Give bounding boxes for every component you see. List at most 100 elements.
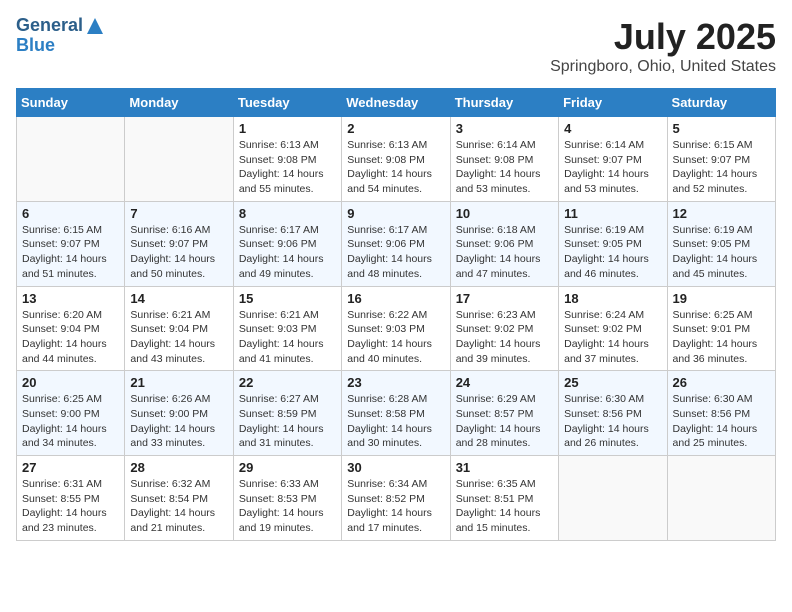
day-number: 5 xyxy=(673,121,770,136)
day-number: 11 xyxy=(564,206,661,221)
day-info: Sunrise: 6:16 AMSunset: 9:07 PMDaylight:… xyxy=(130,223,227,282)
weekday-header-monday: Monday xyxy=(125,89,233,117)
calendar-cell: 30 Sunrise: 6:34 AMSunset: 8:52 PMDayligh… xyxy=(342,456,450,541)
calendar-cell: 16Sunrise: 6:22 AMSunset: 9:03 PMDayligh… xyxy=(342,286,450,371)
day-info: Sunrise: 6:14 AMSunset: 9:08 PMDaylight:… xyxy=(456,138,553,197)
calendar-cell: 6 Sunrise: 6:15 AMSunset: 9:07 PMDaylight… xyxy=(17,201,125,286)
calendar-cell: 31 Sunrise: 6:35 AMSunset: 8:51 PMDayligh… xyxy=(450,456,558,541)
day-number: 17 xyxy=(456,291,553,306)
day-info: Sunrise: 6:33 AMSunset: 8:53 PMDaylight:… xyxy=(239,477,336,536)
day-info: Sunrise: 6:30 AMSunset: 8:56 PMDaylight:… xyxy=(673,392,770,451)
day-info: Sunrise: 6:14 AMSunset: 9:07 PMDaylight:… xyxy=(564,138,661,197)
day-info: Sunrise: 6:21 AMSunset: 9:04 PMDaylight:… xyxy=(130,308,227,367)
day-number: 30 xyxy=(347,460,444,475)
calendar-cell: 2 Sunrise: 6:13 AMSunset: 9:08 PMDaylight… xyxy=(342,117,450,202)
day-number: 28 xyxy=(130,460,227,475)
calendar-week-row: 27 Sunrise: 6:31 AMSunset: 8:55 PMDayligh… xyxy=(17,456,776,541)
calendar-cell: 11 Sunrise: 6:19 AMSunset: 9:05 PMDayligh… xyxy=(559,201,667,286)
day-info: Sunrise: 6:19 AMSunset: 9:05 PMDaylight:… xyxy=(564,223,661,282)
calendar-cell: 4 Sunrise: 6:14 AMSunset: 9:07 PMDaylight… xyxy=(559,117,667,202)
day-info: Sunrise: 6:15 AMSunset: 9:07 PMDaylight:… xyxy=(22,223,119,282)
day-info: Sunrise: 6:15 AMSunset: 9:07 PMDaylight:… xyxy=(673,138,770,197)
day-number: 3 xyxy=(456,121,553,136)
day-info: Sunrise: 6:25 AMSunset: 9:01 PMDaylight:… xyxy=(673,308,770,367)
calendar-table: SundayMondayTuesdayWednesdayThursdayFrid… xyxy=(16,88,776,541)
page-header: General Blue July 2025 Springboro, Ohio,… xyxy=(16,16,776,76)
logo-text-general: General xyxy=(16,16,83,36)
calendar-cell: 19 Sunrise: 6:25 AMSunset: 9:01 PMDayligh… xyxy=(667,286,775,371)
day-number: 14 xyxy=(130,291,227,306)
day-number: 13 xyxy=(22,291,119,306)
weekday-header-thursday: Thursday xyxy=(450,89,558,117)
calendar-cell: 27 Sunrise: 6:31 AMSunset: 8:55 PMDayligh… xyxy=(17,456,125,541)
calendar-cell: 8Sunrise: 6:17 AMSunset: 9:06 PMDaylight… xyxy=(233,201,341,286)
day-number: 20 xyxy=(22,375,119,390)
day-number: 6 xyxy=(22,206,119,221)
calendar-week-row: 6 Sunrise: 6:15 AMSunset: 9:07 PMDaylight… xyxy=(17,201,776,286)
calendar-cell: 9 Sunrise: 6:17 AMSunset: 9:06 PMDaylight… xyxy=(342,201,450,286)
day-info: Sunrise: 6:13 AMSunset: 9:08 PMDaylight:… xyxy=(347,138,444,197)
day-info: Sunrise: 6:29 AMSunset: 8:57 PMDaylight:… xyxy=(456,392,553,451)
calendar-cell: 17 Sunrise: 6:23 AMSunset: 9:02 PMDayligh… xyxy=(450,286,558,371)
calendar-cell: 25 Sunrise: 6:30 AMSunset: 8:56 PMDayligh… xyxy=(559,371,667,456)
calendar-cell: 3 Sunrise: 6:14 AMSunset: 9:08 PMDaylight… xyxy=(450,117,558,202)
day-number: 24 xyxy=(456,375,553,390)
calendar-cell: 14 Sunrise: 6:21 AMSunset: 9:04 PMDayligh… xyxy=(125,286,233,371)
day-number: 15 xyxy=(239,291,336,306)
weekday-header-friday: Friday xyxy=(559,89,667,117)
day-info: Sunrise: 6:23 AMSunset: 9:02 PMDaylight:… xyxy=(456,308,553,367)
day-number: 27 xyxy=(22,460,119,475)
calendar-week-row: 1Sunrise: 6:13 AMSunset: 9:08 PMDaylight… xyxy=(17,117,776,202)
day-info: Sunrise: 6:20 AMSunset: 9:04 PMDaylight:… xyxy=(22,308,119,367)
day-number: 10 xyxy=(456,206,553,221)
day-number: 9 xyxy=(347,206,444,221)
day-number: 21 xyxy=(130,375,227,390)
logo-triangle-icon xyxy=(87,18,103,34)
logo: General Blue xyxy=(16,16,103,56)
calendar-week-row: 20 Sunrise: 6:25 AMSunset: 9:00 PMDayligh… xyxy=(17,371,776,456)
day-info: Sunrise: 6:26 AMSunset: 9:00 PMDaylight:… xyxy=(130,392,227,451)
day-info: Sunrise: 6:27 AMSunset: 8:59 PMDaylight:… xyxy=(239,392,336,451)
logo-text-blue: Blue xyxy=(16,36,55,56)
day-info: Sunrise: 6:13 AMSunset: 9:08 PMDaylight:… xyxy=(239,138,336,197)
day-info: Sunrise: 6:32 AMSunset: 8:54 PMDaylight:… xyxy=(130,477,227,536)
calendar-week-row: 13 Sunrise: 6:20 AMSunset: 9:04 PMDayligh… xyxy=(17,286,776,371)
day-info: Sunrise: 6:34 AMSunset: 8:52 PMDaylight:… xyxy=(347,477,444,536)
calendar-cell: 24 Sunrise: 6:29 AMSunset: 8:57 PMDayligh… xyxy=(450,371,558,456)
calendar-cell xyxy=(125,117,233,202)
day-info: Sunrise: 6:17 AMSunset: 9:06 PMDaylight:… xyxy=(347,223,444,282)
calendar-cell: 7 Sunrise: 6:16 AMSunset: 9:07 PMDaylight… xyxy=(125,201,233,286)
calendar-cell: 28 Sunrise: 6:32 AMSunset: 8:54 PMDayligh… xyxy=(125,456,233,541)
weekday-header-tuesday: Tuesday xyxy=(233,89,341,117)
day-info: Sunrise: 6:25 AMSunset: 9:00 PMDaylight:… xyxy=(22,392,119,451)
calendar-cell: 1Sunrise: 6:13 AMSunset: 9:08 PMDaylight… xyxy=(233,117,341,202)
day-info: Sunrise: 6:18 AMSunset: 9:06 PMDaylight:… xyxy=(456,223,553,282)
day-number: 7 xyxy=(130,206,227,221)
day-info: Sunrise: 6:24 AMSunset: 9:02 PMDaylight:… xyxy=(564,308,661,367)
title-block: July 2025 Springboro, Ohio, United State… xyxy=(550,16,776,76)
day-number: 25 xyxy=(564,375,661,390)
day-number: 12 xyxy=(673,206,770,221)
day-info: Sunrise: 6:21 AMSunset: 9:03 PMDaylight:… xyxy=(239,308,336,367)
calendar-title: July 2025 xyxy=(550,16,776,58)
day-info: Sunrise: 6:30 AMSunset: 8:56 PMDaylight:… xyxy=(564,392,661,451)
day-number: 31 xyxy=(456,460,553,475)
day-number: 26 xyxy=(673,375,770,390)
calendar-cell: 21 Sunrise: 6:26 AMSunset: 9:00 PMDayligh… xyxy=(125,371,233,456)
day-info: Sunrise: 6:35 AMSunset: 8:51 PMDaylight:… xyxy=(456,477,553,536)
calendar-cell: 26 Sunrise: 6:30 AMSunset: 8:56 PMDayligh… xyxy=(667,371,775,456)
day-number: 2 xyxy=(347,121,444,136)
day-number: 4 xyxy=(564,121,661,136)
calendar-cell xyxy=(559,456,667,541)
day-info: Sunrise: 6:17 AMSunset: 9:06 PMDaylight:… xyxy=(239,223,336,282)
day-number: 29 xyxy=(239,460,336,475)
calendar-cell xyxy=(17,117,125,202)
day-info: Sunrise: 6:31 AMSunset: 8:55 PMDaylight:… xyxy=(22,477,119,536)
calendar-cell: 5 Sunrise: 6:15 AMSunset: 9:07 PMDaylight… xyxy=(667,117,775,202)
calendar-subtitle: Springboro, Ohio, United States xyxy=(550,58,776,76)
calendar-cell: 10 Sunrise: 6:18 AMSunset: 9:06 PMDayligh… xyxy=(450,201,558,286)
calendar-body: 1Sunrise: 6:13 AMSunset: 9:08 PMDaylight… xyxy=(17,117,776,541)
day-number: 22 xyxy=(239,375,336,390)
day-number: 16 xyxy=(347,291,444,306)
day-number: 19 xyxy=(673,291,770,306)
